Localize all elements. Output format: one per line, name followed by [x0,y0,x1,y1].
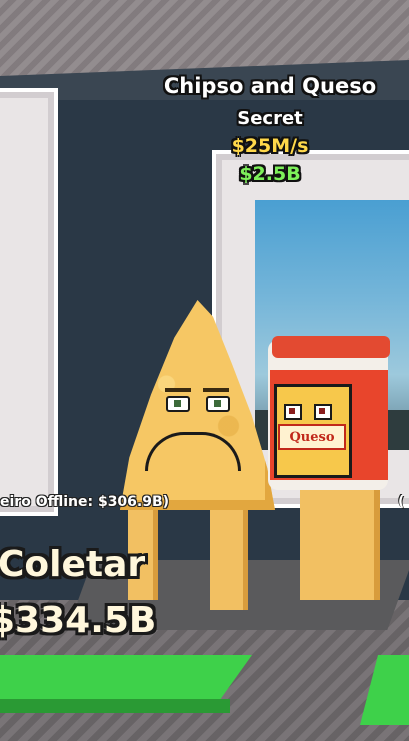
collect-label: Coletar [0,544,146,585]
chip-brow-right [203,388,229,392]
collect-pad[interactable] [0,655,252,699]
jar-legs [300,490,380,600]
queso-badge-text: Queso [289,429,335,445]
jar-eye-left [284,404,302,420]
brainrot-rarity: Secret [237,108,303,129]
brainrot-income-rate: $25M/s [231,135,309,157]
brainrot-name: Chipso and Queso [163,74,377,98]
chip-brow-left [165,388,191,392]
game-viewport: Queso Chipso and Queso Secret $25M/s $2.… [0,0,409,741]
collect-pad-edge [0,699,230,713]
wall-frame-left [0,88,58,516]
jar-eye-right [314,404,332,420]
chip-eye-left [166,396,190,412]
brainrot-price: $2.5B [239,163,301,185]
jar-lid [272,336,390,358]
collect-amount: $334.5B [0,600,157,641]
chip-eye-right [206,396,230,412]
offline-earnings-text: eiro Offline: $306.9B) [0,494,170,510]
offline-earnings-text-right: ( [398,494,405,510]
queso-badge: Queso [278,424,346,450]
